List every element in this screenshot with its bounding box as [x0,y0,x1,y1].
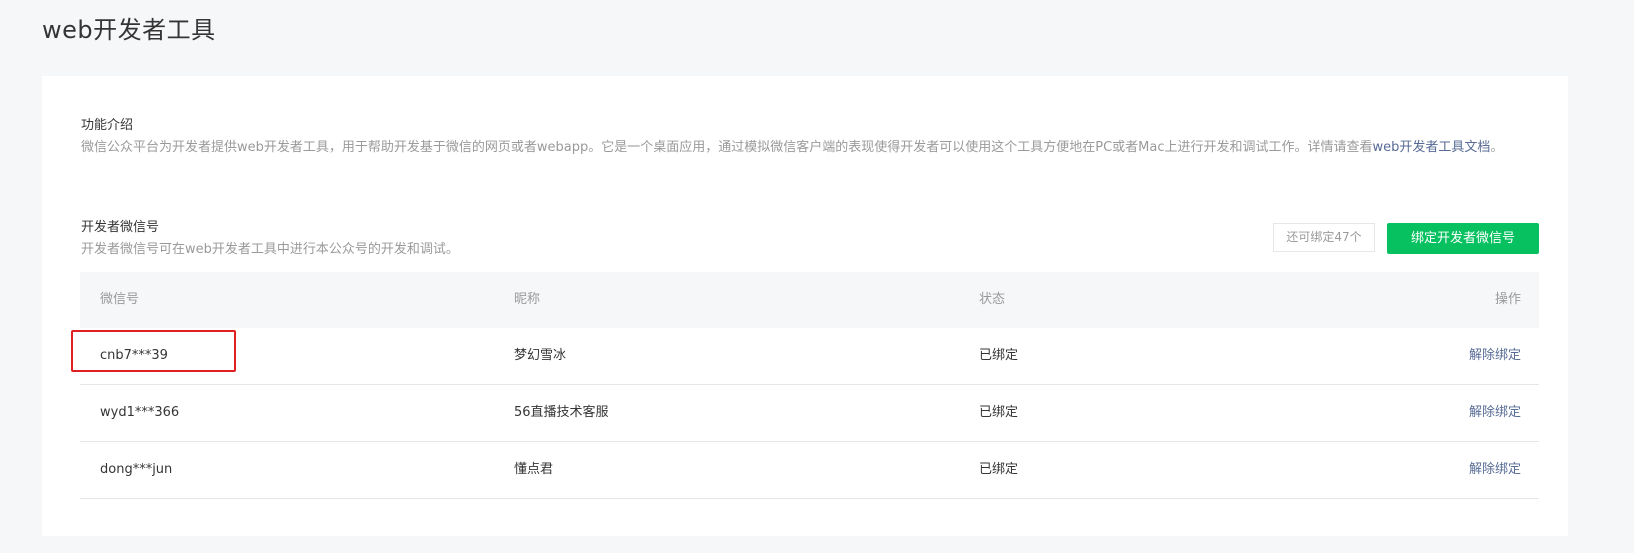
nickname-cell: 懂点君 [514,462,554,477]
highlight-annotation-box [71,330,236,372]
developer-description: 开发者微信号可在web开发者工具中进行本公众号的开发和调试。 [81,242,459,257]
page-title: web开发者工具 [42,16,216,44]
docs-link[interactable]: web开发者工具文档 [1372,140,1490,155]
intro-desc-end: 。 [1490,140,1504,155]
status-cell: 已绑定 [979,462,1019,477]
header-status: 状态 [979,292,1006,307]
wechat-id-cell: dong***jun [100,462,173,477]
status-cell: 已绑定 [979,348,1019,363]
table-row: cnb7***39 梦幻雪冰 已绑定 解除绑定 [80,328,1539,385]
developer-title: 开发者微信号 [81,220,160,235]
unbind-link[interactable]: 解除绑定 [1469,385,1521,441]
nickname-cell: 56直播技术客服 [514,405,609,420]
table-header: 微信号 昵称 状态 操作 [80,272,1539,328]
header-action: 操作 [1494,292,1521,307]
header-nickname: 昵称 [514,292,541,307]
intro-title: 功能介绍 [81,118,134,133]
table-row: dong***jun 懂点君 已绑定 解除绑定 [80,442,1539,499]
header-wechat-id: 微信号 [100,292,140,307]
developer-section-header: 开发者微信号 开发者微信号可在web开发者工具中进行本公众号的开发和调试。 [81,219,459,260]
intro-section: 功能介绍 微信公众平台为开发者提供web开发者工具，用于帮助开发基于微信的网页或… [81,117,1531,158]
status-cell: 已绑定 [979,405,1019,420]
wechat-id-cell: wyd1***366 [100,405,180,420]
bind-developer-button[interactable]: 绑定开发者微信号 [1387,223,1539,254]
unbind-link[interactable]: 解除绑定 [1469,442,1521,498]
content-card: 功能介绍 微信公众平台为开发者提供web开发者工具，用于帮助开发基于微信的网页或… [42,76,1568,536]
intro-desc-text: 微信公众平台为开发者提供web开发者工具，用于帮助开发基于微信的网页或者weba… [81,140,1373,155]
intro-description: 微信公众平台为开发者提供web开发者工具，用于帮助开发基于微信的网页或者weba… [81,137,1531,158]
nickname-cell: 梦幻雪冰 [514,348,567,363]
developer-table: 微信号 昵称 状态 操作 cnb7***39 梦幻雪冰 已绑定 解除绑定 wyd… [80,272,1539,499]
table-row: wyd1***366 56直播技术客服 已绑定 解除绑定 [80,385,1539,442]
remaining-count-badge: 还可绑定47个 [1273,223,1375,252]
unbind-link[interactable]: 解除绑定 [1469,328,1521,384]
